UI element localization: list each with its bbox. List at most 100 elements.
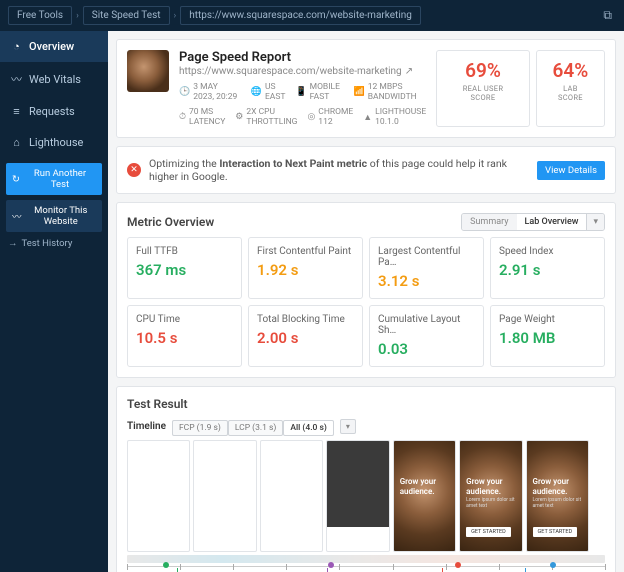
overview-tabs: Summary Lab Overview ▾	[461, 213, 605, 231]
sidebar-label: Web Vitals	[29, 73, 81, 86]
timeline-chip[interactable]: All (4.0 s)	[283, 420, 334, 436]
vitals-icon: 〰	[10, 71, 23, 87]
metric-label: Largest Contentful Pa…	[378, 246, 475, 268]
tab-summary[interactable]: Summary	[462, 214, 516, 230]
pulse-icon: 〰	[12, 209, 22, 223]
frame-3	[326, 440, 389, 552]
section-title: Test Result	[127, 397, 605, 411]
meta-icon: 📶	[354, 87, 365, 97]
timeline-marker	[455, 562, 461, 568]
meta-item: 📶12 MBPS BANDWIDTH	[354, 82, 427, 102]
metric-label: Speed Index	[499, 246, 596, 257]
frame-subtext: Lorem ipsum dolor sit amet text	[466, 497, 515, 509]
alert-card: ✕ Optimizing the Interaction to Next Pai…	[116, 146, 616, 194]
sidebar-label: Overview	[29, 40, 74, 53]
metric-tile[interactable]: Full TTFB367 ms	[127, 237, 242, 299]
timeline-marker	[328, 562, 334, 568]
tab-lab-overview[interactable]: Lab Overview	[517, 214, 587, 230]
refresh-icon: ↻	[12, 174, 20, 185]
score-box: 69%REAL USER SCORE	[436, 50, 530, 127]
frame-heading: Grow your audience.	[533, 477, 582, 496]
frame-4: Grow your audience.	[393, 440, 456, 552]
meta-item: 🕒3 MAY 2023, 20:29	[179, 82, 241, 102]
sidebar-item-lighthouse[interactable]: ⌂ Lighthouse	[0, 127, 108, 158]
frame-heading: Grow your audience.	[466, 477, 515, 496]
sidebar-label: Requests	[29, 105, 75, 118]
meta-text: CHROME 112	[318, 107, 353, 127]
frame-0	[127, 440, 190, 552]
meta-text: LIGHTHOUSE 10.1.0	[375, 107, 426, 127]
meta-text: 2X CPU THROTTLING	[246, 107, 297, 127]
error-icon: ✕	[127, 163, 141, 177]
frame-5: Grow your audience.Lorem ipsum dolor sit…	[459, 440, 522, 552]
site-thumbnail	[127, 50, 169, 92]
meta-text: 70 MS LATENCY	[189, 107, 225, 127]
metric-value: 2.91 s	[499, 261, 596, 279]
section-title: Metric Overview	[127, 215, 214, 229]
frame-1	[193, 440, 256, 552]
sidebar-label: Lighthouse	[29, 136, 83, 149]
button-label: Monitor This Website	[26, 205, 96, 227]
sidebar: ◔Overview 〰 Web Vitals ≡Requests ⌂ Lightho…	[0, 31, 108, 572]
time-axis: 0 s0.5 s1.0 s1.5 s2.0 s2.5 s3.0 s3.5 s4.…	[127, 566, 605, 572]
metric-label: First Contentful Paint	[257, 246, 354, 257]
metric-tile[interactable]: Largest Contentful Pa…3.12 s	[369, 237, 484, 299]
frame-cta: GET STARTED	[533, 527, 578, 537]
link-label: Test History	[22, 238, 73, 249]
score-label: REAL USER SCORE	[451, 84, 515, 102]
metric-value: 1.80 MB	[499, 329, 596, 347]
metric-label: Page Weight	[499, 314, 596, 325]
timeline-dropdown[interactable]: ▾	[340, 419, 356, 434]
metric-value: 2.00 s	[257, 329, 354, 347]
meta-item: ▲LIGHTHOUSE 10.1.0	[363, 107, 426, 127]
meta-icon: ⏱	[179, 112, 186, 122]
view-details-button[interactable]: View Details	[537, 161, 605, 180]
sidebar-item-overview[interactable]: ◔Overview	[0, 31, 108, 62]
frame-2	[260, 440, 323, 552]
breadcrumb-item[interactable]: Site Speed Test	[83, 6, 170, 25]
timeline-frames: Grow your audience. Grow your audience.L…	[127, 440, 605, 552]
breadcrumb-item[interactable]: https://www.squarespace.com/website-mark…	[180, 6, 421, 25]
meta-icon: ⚙	[235, 112, 243, 122]
timeline-chip[interactable]: FCP (1.9 s)	[172, 420, 228, 436]
monitor-website-button[interactable]: 〰 Monitor This Website	[6, 200, 102, 232]
score-label: LAB SCORE	[551, 84, 590, 102]
lighthouse-icon: ⌂	[10, 136, 23, 149]
breadcrumb-bar: Free Tools › Site Speed Test › https://w…	[0, 0, 624, 31]
meta-text: MOBILE FAST	[310, 82, 344, 102]
score-value: 64%	[551, 59, 590, 82]
metric-tile[interactable]: Cumulative Layout Sh…0.03	[369, 305, 484, 367]
sidebar-item-requests[interactable]: ≡Requests	[0, 96, 108, 127]
metric-tile[interactable]: CPU Time10.5 s	[127, 305, 242, 367]
meta-item: 📱MOBILE FAST	[295, 82, 343, 102]
timeline-marker	[550, 562, 556, 568]
meta-text: 3 MAY 2023, 20:29	[193, 82, 241, 102]
page-url[interactable]: https://www.squarespace.com/website-mark…	[179, 66, 426, 77]
metric-tile[interactable]: Speed Index 2.91 s	[490, 237, 605, 299]
frame-subtext: Lorem ipsum dolor sit amet text	[533, 497, 582, 509]
metric-value: 1.92 s	[257, 261, 354, 279]
timeline-marker	[163, 562, 169, 568]
metric-tile[interactable]: Page Weight 1.80 MB	[490, 305, 605, 367]
run-another-test-button[interactable]: ↻Run Another Test	[6, 163, 102, 195]
metric-overview-card: Metric Overview Summary Lab Overview ▾ F…	[116, 202, 616, 378]
metric-value: 367 ms	[136, 261, 233, 279]
metric-tile[interactable]: Total Blocking Time 2.00 s	[248, 305, 363, 367]
meta-icon: 🌐	[251, 87, 262, 97]
breadcrumb-item[interactable]: Free Tools	[8, 6, 72, 25]
frame-cta: GET STARTED	[466, 527, 511, 537]
frame-heading: Grow your audience.	[400, 477, 449, 496]
metric-label: Total Blocking Time	[257, 314, 354, 325]
open-external-icon[interactable]: ⧉	[599, 8, 616, 23]
meta-text: US EAST	[265, 82, 286, 102]
meta-item: ⏱70 MS LATENCY	[179, 107, 225, 127]
timeline-chip[interactable]: LCP (3.1 s)	[228, 420, 283, 436]
meta-icon: ◎	[307, 112, 315, 122]
metric-label: Cumulative Layout Sh…	[378, 314, 475, 336]
chevron-right-icon: ›	[174, 11, 177, 21]
tab-dropdown[interactable]: ▾	[586, 214, 604, 230]
test-history-link[interactable]: →Test History	[8, 238, 100, 249]
external-link-icon: ↗	[405, 66, 413, 77]
metric-tile[interactable]: First Contentful Paint 1.92 s	[248, 237, 363, 299]
sidebar-item-webvitals[interactable]: 〰 Web Vitals	[0, 62, 108, 96]
